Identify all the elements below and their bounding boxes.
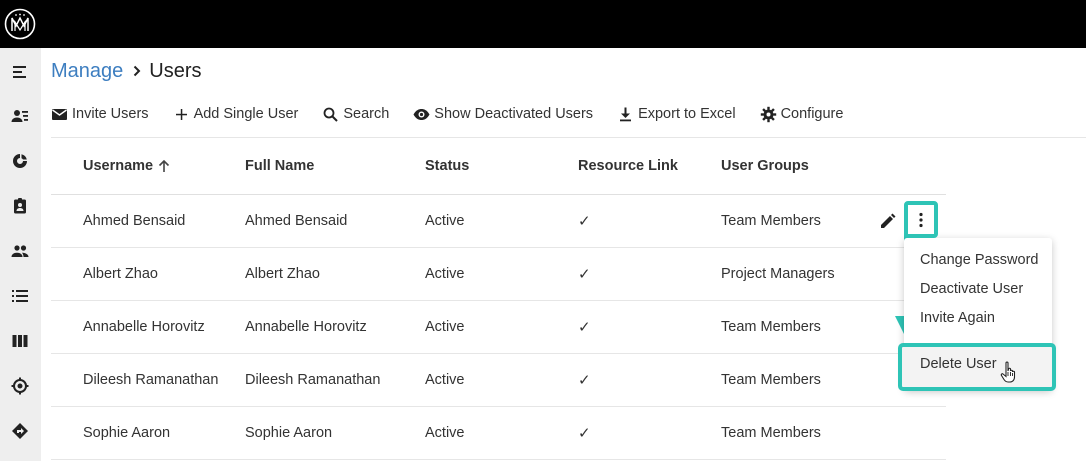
person-list-icon[interactable]: [8, 104, 32, 128]
hand-pointer-icon: [1000, 361, 1016, 383]
search-icon: [323, 107, 339, 122]
cell-status: Active: [425, 194, 578, 248]
table-row[interactable]: Annabelle Horovitz Annabelle Horovitz Ac…: [51, 300, 946, 354]
breadcrumb-manage-link[interactable]: Manage: [51, 60, 123, 83]
cell-user-groups: Team Members: [721, 194, 871, 248]
users-table: Username Full Name Status Resource Link …: [51, 138, 946, 460]
cell-user-groups: Team Members: [721, 300, 871, 354]
invite-users-label: Invite Users: [72, 106, 149, 122]
cell-resource-link: ✓: [578, 300, 721, 354]
delete-user-label: Delete User: [920, 356, 997, 372]
add-single-user-button[interactable]: Add Single User: [173, 106, 299, 123]
cell-status: Active: [425, 247, 578, 301]
column-header-full-name[interactable]: Full Name: [245, 138, 425, 195]
menu-lines-icon[interactable]: [8, 60, 32, 84]
cell-status: Active: [425, 406, 578, 460]
configure-label: Configure: [780, 106, 844, 122]
cell-resource-link: ✓: [578, 353, 721, 407]
cell-actions: [871, 406, 946, 460]
toolbar: Invite Users Add Single User Search Show…: [51, 100, 867, 128]
cell-status: Active: [425, 353, 578, 407]
mm-monogram-logo[interactable]: [4, 8, 36, 40]
gear-icon: [760, 106, 776, 122]
cell-full-name: Annabelle Horovitz: [245, 300, 425, 354]
column-header-status[interactable]: Status: [425, 138, 578, 195]
column-header-user-groups[interactable]: User Groups: [721, 138, 871, 195]
pencil-icon: [881, 213, 896, 228]
cell-user-groups: Project Managers: [721, 247, 871, 301]
cell-full-name: Dileesh Ramanathan: [245, 353, 425, 407]
page-title: Users: [149, 59, 202, 82]
cell-username: Annabelle Horovitz: [51, 300, 245, 354]
search-label: Search: [343, 106, 390, 122]
table-row[interactable]: Albert Zhao Albert Zhao Active ✓ Project…: [51, 247, 946, 301]
cell-user-groups: Team Members: [721, 353, 871, 407]
cell-resource-link: ✓: [578, 247, 721, 301]
add-single-user-label: Add Single User: [193, 106, 299, 122]
cell-resource-link: ✓: [578, 406, 721, 460]
cell-full-name: Ahmed Bensaid: [245, 194, 425, 248]
column-header-username[interactable]: Username: [51, 138, 245, 195]
column-header-actions: [871, 138, 946, 195]
columns-icon[interactable]: [8, 329, 32, 353]
invite-users-button[interactable]: Invite Users: [51, 106, 149, 123]
show-deactivated-users-button[interactable]: Show Deactivated Users: [413, 106, 593, 123]
more-vertical-icon: [919, 212, 923, 227]
bulleted-list-icon[interactable]: [8, 284, 32, 308]
row-more-options-button[interactable]: [904, 201, 938, 238]
menu-item-delete-user[interactable]: Delete User: [898, 343, 1056, 391]
column-header-resource-link[interactable]: Resource Link: [578, 138, 721, 195]
cell-username: Ahmed Bensaid: [51, 194, 245, 248]
menu-item-invite-again[interactable]: Invite Again: [920, 310, 995, 326]
eye-icon: [413, 108, 430, 120]
cell-status: Active: [425, 300, 578, 354]
assignment-ind-icon[interactable]: [8, 194, 32, 218]
table-row[interactable]: Ahmed Bensaid Ahmed Bensaid Active ✓ Tea…: [51, 194, 946, 248]
sidebar: [0, 48, 41, 461]
column-header-username-label: Username: [83, 157, 154, 174]
breadcrumb: Manage Users: [51, 58, 202, 84]
table-row[interactable]: Dileesh Ramanathan Dileesh Ramanathan Ac…: [51, 353, 946, 407]
refresh-donut-icon[interactable]: [8, 149, 32, 173]
cell-full-name: Albert Zhao: [245, 247, 425, 301]
search-button[interactable]: Search: [322, 106, 389, 123]
cell-full-name: Sophie Aaron: [245, 406, 425, 460]
cell-resource-link: ✓: [578, 194, 721, 248]
cell-user-groups: Team Members: [721, 406, 871, 460]
cell-username: Albert Zhao: [51, 247, 245, 301]
arrow-up-icon[interactable]: [157, 159, 171, 173]
plus-icon: [175, 108, 187, 120]
export-to-excel-label: Export to Excel: [638, 106, 736, 122]
top-bar: [0, 0, 1086, 48]
table-header-row: Username Full Name Status Resource Link …: [51, 138, 946, 195]
table-row[interactable]: Sophie Aaron Sophie Aaron Active ✓ Team …: [51, 406, 946, 460]
target-icon[interactable]: [8, 374, 32, 398]
show-deactivated-label: Show Deactivated Users: [434, 106, 594, 122]
menu-item-deactivate-user[interactable]: Deactivate User: [920, 281, 1023, 297]
email-icon: [52, 108, 67, 120]
edit-button[interactable]: [876, 211, 900, 231]
directions-icon[interactable]: [8, 419, 32, 443]
download-icon: [620, 107, 632, 121]
cell-username: Sophie Aaron: [51, 406, 245, 460]
cell-username: Dileesh Ramanathan: [51, 353, 245, 407]
export-to-excel-button[interactable]: Export to Excel: [617, 106, 736, 123]
configure-button[interactable]: Configure: [760, 106, 844, 123]
menu-item-change-password[interactable]: Change Password: [920, 252, 1039, 268]
chevron-right-icon: [134, 65, 141, 77]
people-icon[interactable]: [8, 239, 32, 263]
